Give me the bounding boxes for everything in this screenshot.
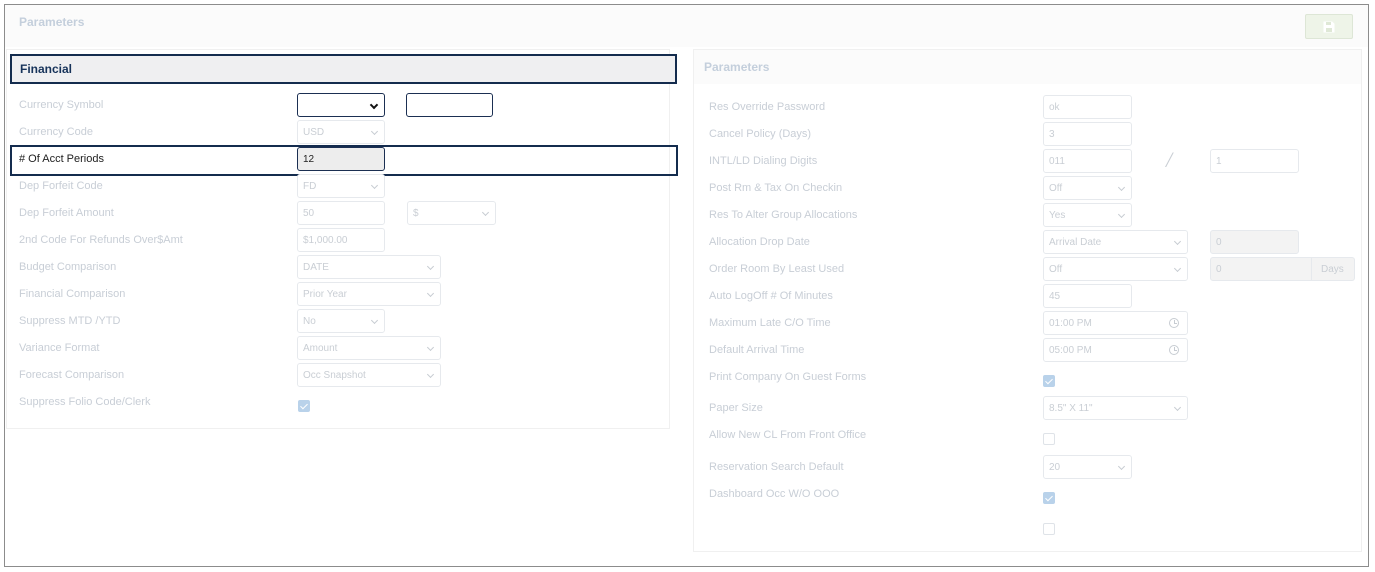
res-override-password-input[interactable]: ok (1043, 95, 1132, 119)
financial-comparison-label: Financial Comparison (19, 288, 126, 300)
forecast-comparison-label: Forecast Comparison (19, 369, 125, 381)
late-checkout-time-value: 01:00 PM (1049, 318, 1092, 329)
reservation-search-label: Reservation Search Default (709, 461, 844, 473)
days-addon: Days (1312, 257, 1355, 281)
auto-logoff-input[interactable]: 45 (1043, 284, 1132, 308)
financial-comparison-select[interactable]: Prior Year (297, 282, 441, 306)
order-room-label: Order Room By Least Used (709, 263, 845, 275)
clock-icon[interactable] (1169, 345, 1179, 355)
extra-option-checkbox[interactable] (1043, 523, 1055, 535)
reservation-search-select[interactable]: 20 (1043, 455, 1132, 479)
budget-comparison-select[interactable]: DATE (297, 255, 441, 279)
acct-periods-input[interactable]: 12 (297, 147, 385, 171)
dep-forfeit-amount-input[interactable]: 50 (297, 201, 385, 225)
dialing-separator: / (1166, 147, 1173, 172)
print-company-label: Print Company On Guest Forms (709, 371, 867, 383)
ld-dialing-input[interactable]: 1 (1210, 149, 1299, 173)
cancel-policy-label: Cancel Policy (Days) (709, 128, 812, 140)
order-room-days-input[interactable]: 0 (1210, 257, 1312, 281)
currency-symbol-input[interactable] (406, 93, 493, 117)
dashboard-occ-label: Dashboard Occ W/O OOO (709, 488, 840, 500)
suppress-folio-checkbox[interactable] (298, 400, 310, 412)
save-button[interactable] (1305, 14, 1353, 39)
print-company-checkbox[interactable] (1043, 375, 1055, 387)
financial-section-header: Financial (10, 54, 677, 84)
clock-icon[interactable] (1169, 318, 1179, 328)
order-room-select[interactable]: Off (1043, 257, 1188, 281)
late-checkout-time-input[interactable]: 01:00 PM (1043, 311, 1188, 335)
paper-size-label: Paper Size (709, 402, 763, 414)
currency-code-label: Currency Code (19, 126, 93, 138)
suppress-mtd-select[interactable]: No (297, 309, 385, 333)
res-override-password-label: Res Override Password (709, 101, 826, 113)
auto-logoff-label: Auto LogOff # Of Minutes (709, 290, 833, 302)
post-rm-tax-select[interactable]: Off (1043, 176, 1132, 200)
variance-format-select[interactable]: Amount (297, 336, 441, 360)
variance-format-label: Variance Format (19, 342, 100, 354)
dep-forfeit-type-select[interactable]: $ (407, 201, 496, 225)
alter-group-allocations-select[interactable]: Yes (1043, 203, 1132, 227)
budget-comparison-label: Budget Comparison (19, 261, 117, 273)
parameters-section-header: Parameters (694, 50, 1361, 84)
currency-code-select[interactable]: USD (297, 120, 385, 144)
save-icon (1323, 21, 1335, 32)
acct-periods-label: # Of Acct Periods (19, 153, 104, 165)
paper-size-select[interactable]: 8.5" X 11" (1043, 396, 1188, 420)
dialing-digits-label: INTL/LD Dialing Digits (709, 155, 818, 167)
currency-symbol-label: Currency Symbol (19, 99, 104, 111)
refund-code-label: 2nd Code For Refunds Over$Amt (19, 234, 183, 246)
dashboard-occ-checkbox[interactable] (1043, 492, 1055, 504)
dep-forfeit-code-label: Dep Forfeit Code (19, 180, 103, 192)
late-checkout-label: Maximum Late C/O Time (709, 317, 831, 329)
page-header: Parameters (5, 5, 1368, 47)
currency-symbol-select[interactable] (297, 93, 385, 117)
arrival-time-input[interactable]: 05:00 PM (1043, 338, 1188, 362)
allocation-drop-date-select[interactable]: Arrival Date (1043, 230, 1188, 254)
allow-new-cl-checkbox[interactable] (1043, 433, 1055, 445)
refund-amount-input[interactable]: $1,000.00 (297, 228, 385, 252)
arrival-time-value: 05:00 PM (1049, 345, 1092, 356)
suppress-folio-label: Suppress Folio Code/Clerk (19, 396, 151, 408)
arrival-time-label: Default Arrival Time (709, 344, 805, 356)
allow-new-cl-label: Allow New CL From Front Office (709, 429, 867, 441)
dep-forfeit-code-select[interactable]: FD (297, 174, 385, 198)
alter-group-allocations-label: Res To Alter Group Allocations (709, 209, 858, 221)
post-rm-tax-label: Post Rm & Tax On Checkin (709, 182, 843, 194)
forecast-comparison-select[interactable]: Occ Snapshot (297, 363, 441, 387)
allocation-drop-days-input[interactable]: 0 (1210, 230, 1299, 254)
allocation-drop-date-label: Allocation Drop Date (709, 236, 810, 248)
dep-forfeit-amount-label: Dep Forfeit Amount (19, 207, 114, 219)
cancel-policy-input[interactable]: 3 (1043, 122, 1132, 146)
suppress-mtd-label: Suppress MTD /YTD (19, 315, 121, 327)
intl-dialing-input[interactable]: 011 (1043, 149, 1132, 173)
page-title: Parameters (19, 15, 85, 29)
